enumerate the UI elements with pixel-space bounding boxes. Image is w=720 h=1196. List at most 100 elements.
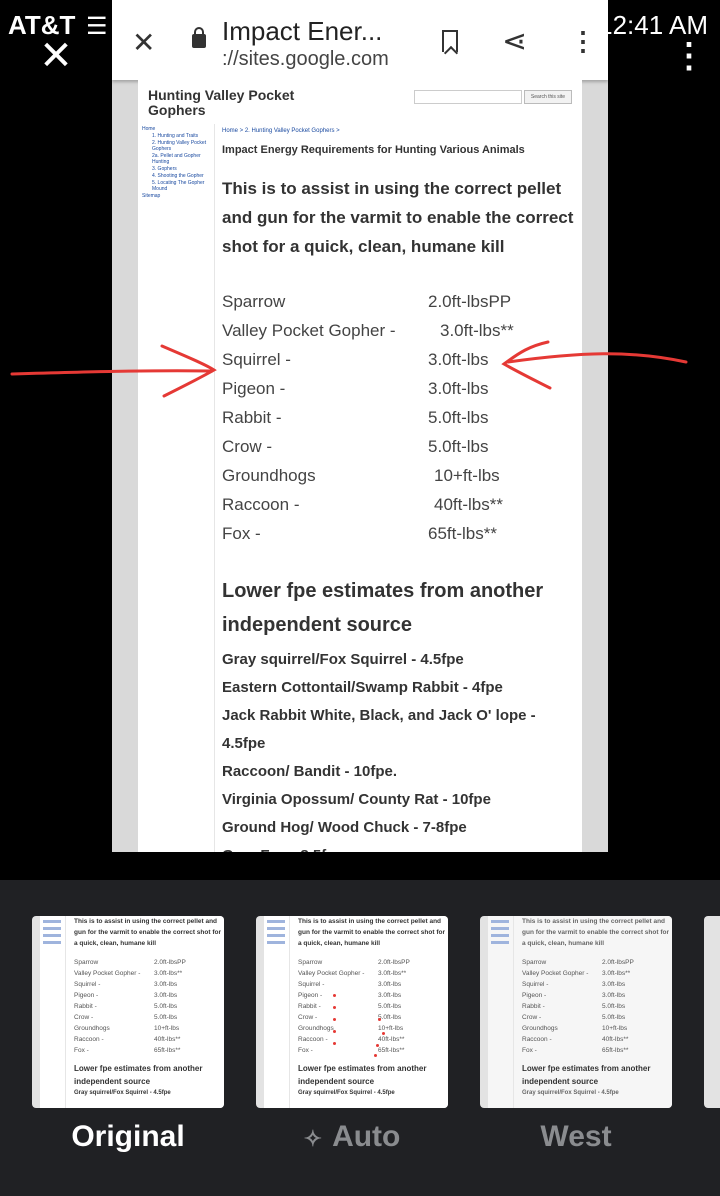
estimate-item: Gray squirrel/Fox Squirrel - 4.5fpe [222, 651, 464, 668]
thumbnail-row: Raccoon -40ft-lbs** [74, 1036, 181, 1043]
thumbnail-section-heading: Lower fpe estimates from another indepen… [298, 1064, 427, 1086]
sidebar-item: Sitemap [142, 193, 161, 199]
annotation-dot [333, 1030, 336, 1033]
animal-name: Crow - [222, 437, 273, 456]
estimate-item: Raccoon/ Bandit - 10fpe. [222, 763, 398, 780]
energy-row: Fox - 65ft-lbs** [222, 520, 578, 549]
sidebar-item: 5. Locating The Gopher Mound [152, 180, 205, 192]
thumbnail-row: Rabbit -5.0ft-lbs [522, 1003, 626, 1010]
animal-name: Pigeon - [222, 379, 286, 398]
thumbnail-estimate: Gray squirrel/Fox Squirrel - 4.5fpe [298, 1090, 395, 1096]
thumbnail-row: Sparrow 2.0ft-lbsPP [74, 959, 186, 966]
energy-row: Groundhogs 10+ft-lbs [222, 462, 578, 491]
sidebar-item: Home [142, 126, 156, 132]
section-heading: Lower fpe estimates from another indepen… [222, 580, 544, 636]
sidebar-item: 3. Gophers [152, 166, 177, 172]
thumbnail-sidebar [264, 916, 290, 1108]
energy-value: 5.0ft-lbs [428, 408, 489, 427]
browser-menu-icon: ⋮ [570, 26, 596, 56]
message-notification-icon: ☰ [86, 13, 108, 40]
energy-row: Sparrow 2.0ft-lbsPP [222, 288, 578, 317]
page-heading: Impact Energy Requirements for Hunting V… [222, 144, 525, 156]
thumbnail-row: Rabbit -5.0ft-lbs [298, 1003, 402, 1010]
site-search-button: Search this site [524, 90, 572, 104]
thumbnail-row: Sparrow 2.0ft-lbsPP [298, 959, 410, 966]
thumbnail-intro: This is to assist in using the correct p… [522, 918, 669, 947]
sidebar-item: 1. Hunting and Traits [152, 133, 199, 139]
animal-name: Valley Pocket Gopher - [222, 321, 396, 340]
site-search-input [414, 90, 522, 104]
annotation-dot [374, 1054, 377, 1057]
thumbnail-row: Groundhogs 10+ft-lbs [298, 1025, 404, 1032]
energy-value: 10+ft-lbs [434, 466, 500, 485]
annotation-dot [333, 1018, 336, 1021]
animal-name: Fox - [222, 524, 261, 543]
filter-thumbnail-auto[interactable]: This is to assist in using the correct p… [256, 916, 448, 1108]
browser-toolbar: ✕ Impact Ener... ://sites.google.com ⋖ ⋮ [112, 0, 608, 80]
thumbnail-row: Raccoon -40ft-lbs** [298, 1036, 405, 1043]
thumbnail-row: Crow -5.0ft-lbs [74, 1014, 178, 1021]
intro-paragraph: This is to assist in using the correct p… [222, 179, 574, 256]
annotation-dot [378, 1018, 381, 1021]
thumbnail-section-heading: Lower fpe estimates from another indepen… [74, 1064, 203, 1086]
sidebar-item: 4. Shooting the Gopher [152, 173, 204, 179]
thumbnail-intro: This is to assist in using the correct p… [74, 918, 221, 947]
close-editor-button[interactable]: ✕ [36, 36, 76, 76]
energy-row: Rabbit - 5.0ft-lbs [222, 404, 578, 433]
thumbnail-row: Valley Pocket Gopher -3.0ft-lbs** [522, 970, 631, 977]
thumbnail-row: Valley Pocket Gopher -3.0ft-lbs** [74, 970, 183, 977]
more-options-button[interactable]: ⋮ [672, 36, 706, 76]
annotation-dot [333, 994, 336, 997]
thumbnail-sidebar [488, 916, 514, 1108]
energy-value: 65ft-lbs** [428, 524, 497, 543]
thumbnail-row: Squirrel -3.0ft-lbs [298, 981, 402, 988]
thumbnail-row: Fox -65ft-lbs** [298, 1047, 405, 1054]
filter-label-auto[interactable]: ✧ Auto [256, 1120, 448, 1154]
thumbnail-sidebar [40, 916, 66, 1108]
energy-value: 3.0ft-lbs [428, 379, 489, 398]
estimate-item: Jack Rabbit White, Black, and Jack O' lo… [222, 707, 536, 752]
thumbnail-text: This is to assist in using the correct p… [298, 916, 448, 1098]
site-title: Hunting Valley Pocket Gophers [148, 87, 295, 118]
thumbnail-estimate: Gray squirrel/Fox Squirrel - 4.5fpe [74, 1090, 171, 1096]
thumbnail-row: Rabbit -5.0ft-lbs [74, 1003, 178, 1010]
thumbnail-row: Sparrow 2.0ft-lbsPP [522, 959, 634, 966]
thumbnail-row: Pigeon -3.0ft-lbs [522, 992, 626, 999]
lock-icon [192, 27, 206, 48]
animal-name: Squirrel - [222, 350, 291, 369]
photo-preview: ✕ Impact Ener... ://sites.google.com ⋖ ⋮… [112, 0, 608, 852]
thumbnail-text: This is to assist in using the correct p… [74, 916, 224, 1098]
energy-value: 3.0ft-lbs** [440, 321, 514, 340]
energy-value: 3.0ft-lbs [428, 350, 489, 369]
annotation-dot [333, 1006, 336, 1009]
thumbnail-row: Crow -5.0ft-lbs [298, 1014, 402, 1021]
thumbnail-row: Pigeon -3.0ft-lbs [298, 992, 402, 999]
thumbnail-row: Valley Pocket Gopher -3.0ft-lbs** [298, 970, 407, 977]
estimate-item: Eastern Cottontail/Swamp Rabbit - 4fpe [222, 679, 503, 696]
energy-row: Crow - 5.0ft-lbs [222, 433, 578, 462]
sidebar-divider [214, 124, 215, 852]
filter-thumbnail-original[interactable]: This is to assist in using the correct p… [32, 916, 224, 1108]
filter-thumbnail-partial[interactable] [704, 916, 720, 1108]
browser-url: ://sites.google.com [222, 48, 389, 70]
filter-thumbnail-west[interactable]: This is to assist in using the correct p… [480, 916, 672, 1108]
thumbnail-row: Squirrel -3.0ft-lbs [522, 981, 626, 988]
energy-value: 40ft-lbs** [434, 495, 503, 514]
filter-label-original[interactable]: Original [32, 1120, 224, 1154]
energy-requirements-list: Sparrow 2.0ft-lbsPP Valley Pocket Gopher -… [222, 288, 578, 549]
web-page-content: Hunting Valley Pocket Gophers Search thi… [138, 80, 582, 852]
browser-page-title: Impact Ener... [222, 16, 383, 46]
filter-label-west[interactable]: West [480, 1120, 672, 1154]
sparkle-icon: ✧ [303, 1126, 323, 1151]
energy-row: Raccoon - 40ft-lbs** [222, 491, 578, 520]
animal-name: Rabbit - [222, 408, 282, 427]
annotation-dot [333, 1042, 336, 1045]
estimates-list: Gray squirrel/Fox Squirrel - 4.5fpe Easte… [222, 646, 578, 852]
energy-row: Valley Pocket Gopher - 3.0ft-lbs** [222, 317, 578, 346]
estimate-item: Ground Hog/ Wood Chuck - 7-8fpe [222, 819, 467, 836]
thumbnail-section-heading: Lower fpe estimates from another indepen… [522, 1064, 651, 1086]
thumbnail-intro: This is to assist in using the correct p… [298, 918, 445, 947]
sidebar-item: 2a. Pellet and Gopher Hunting [152, 153, 201, 165]
thumbnail-text: This is to assist in using the correct p… [522, 916, 672, 1098]
thumbnail-estimate: Gray squirrel/Fox Squirrel - 4.5fpe [522, 1090, 619, 1096]
